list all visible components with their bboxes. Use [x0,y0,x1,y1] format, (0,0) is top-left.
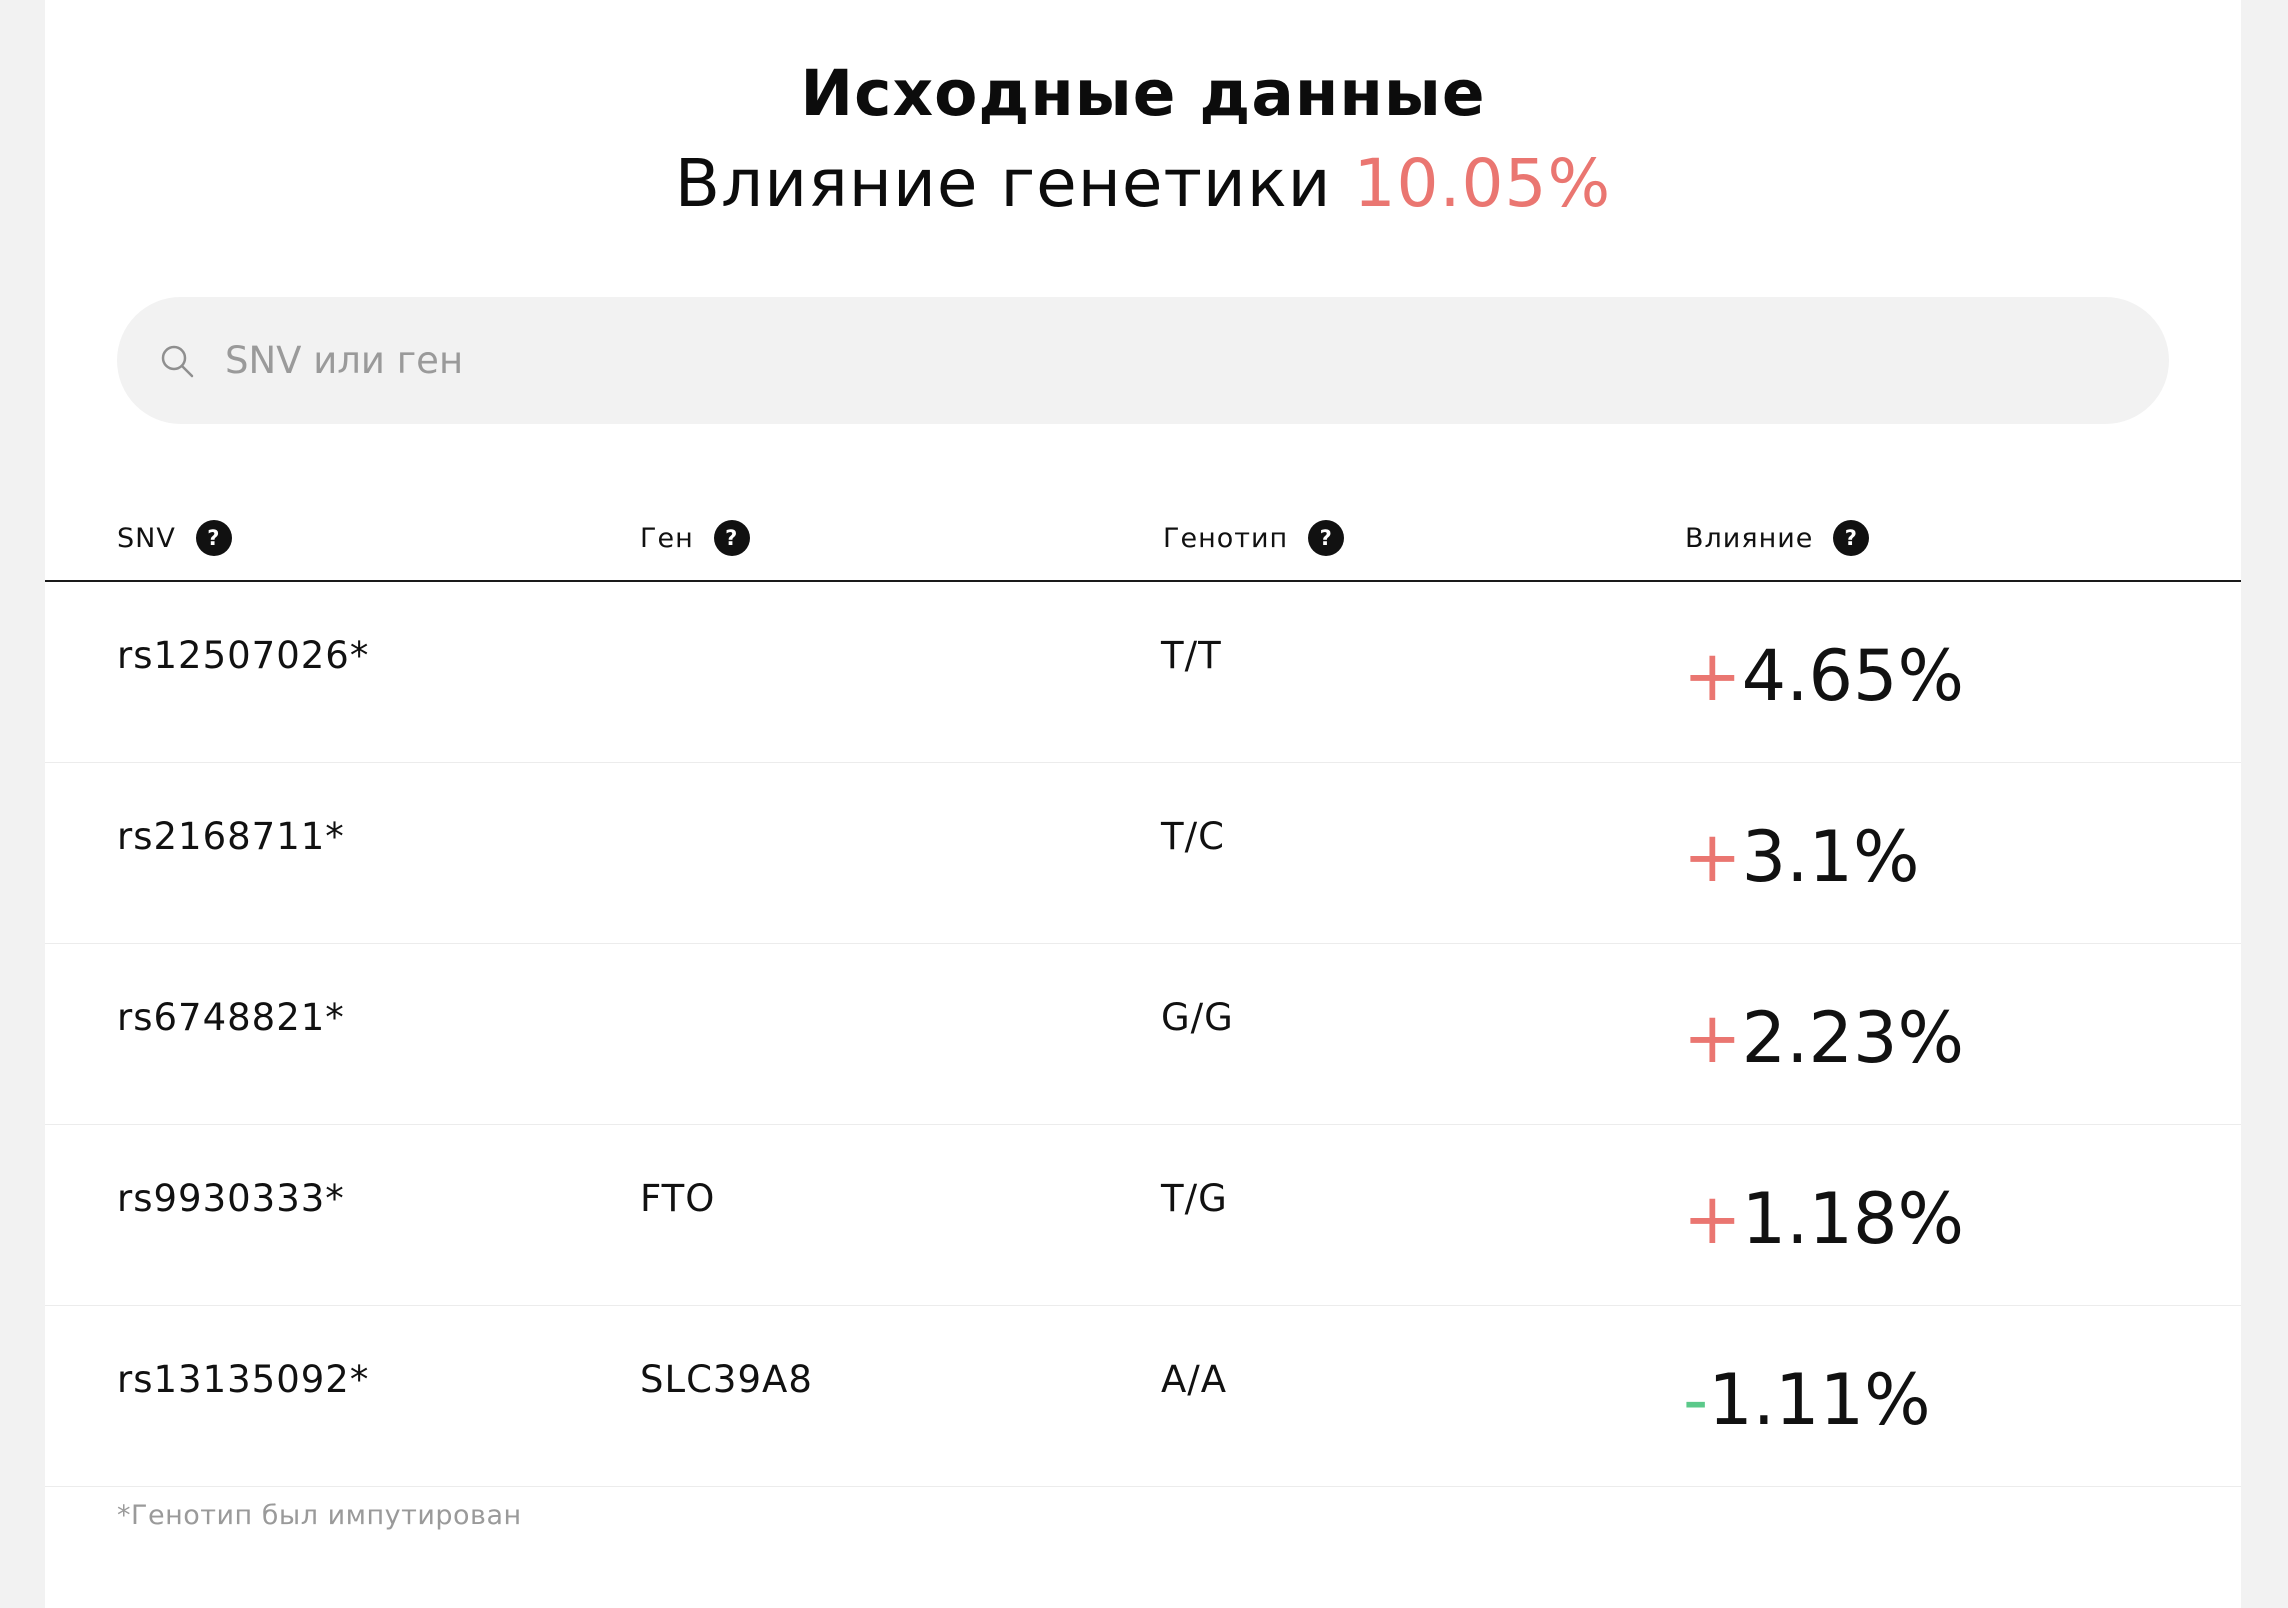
impact-value: 3.1% [1741,816,1920,898]
table-row: rs9930333* FTO T/G +1.18% [45,1125,2241,1306]
genetics-influence-value: 10.05% [1353,145,1612,222]
snv-cell: rs2168711* [117,815,345,858]
genotype-cell: A/A [1161,1358,1228,1401]
table-row: rs6748821* G/G +2.23% [45,944,2241,1125]
help-icon[interactable]: ? [1833,520,1870,556]
help-icon[interactable]: ? [1308,520,1345,556]
page-title: Исходные данные [800,57,1486,130]
impact-value: 4.65% [1741,635,1965,717]
snv-cell: rs9930333* [117,1177,345,1220]
impact-sign: + [1683,635,1742,717]
imputation-footnote: *Генотип был импутирован [117,1500,522,1531]
genotype-cell: T/G [1161,1177,1228,1220]
search-input[interactable] [225,327,2105,393]
table-header: SNV ? Ген ? Генотип ? Влияние ? [45,500,2241,582]
snv-cell: rs6748821* [117,996,345,1039]
impact-sign: + [1683,816,1742,898]
help-icon[interactable]: ? [195,520,232,556]
search-bar[interactable] [117,297,2169,424]
impact-value: 1.18% [1741,1178,1965,1260]
genetics-influence-label: Влияние генетики [674,145,1332,222]
table-row: rs2168711* T/C +3.1% [45,763,2241,944]
column-header-label: Влияние [1685,522,1814,554]
impact-sign: + [1683,997,1742,1079]
column-header-impact: Влияние ? [1685,520,1870,556]
impact-cell: +1.18% [1683,1177,1964,1261]
genotype-cell: T/C [1161,815,1225,858]
genotype-cell: T/T [1161,634,1222,677]
column-header-genotype: Генотип ? [1163,520,1345,556]
genotype-cell: G/G [1161,996,1234,1039]
search-icon [161,345,194,378]
column-header-snv: SNV ? [117,520,232,556]
column-header-gene: Ген ? [640,520,750,556]
table-row: rs12507026* T/T +4.65% [45,582,2241,763]
gene-cell: SLC39A8 [640,1358,813,1401]
impact-cell: -1.11% [1683,1358,1931,1442]
genetics-influence-summary: Влияние генетики 10.05% [45,142,2241,226]
impact-sign: + [1683,1178,1742,1260]
column-header-label: Ген [640,522,694,554]
table-row: rs13135092* SLC39A8 A/A -1.11% [45,1306,2241,1487]
impact-cell: +2.23% [1683,996,1964,1080]
impact-value: 1.11% [1708,1359,1931,1441]
snv-cell: rs13135092* [117,1358,370,1401]
impact-value: 2.23% [1741,997,1965,1079]
column-header-label: SNV [117,522,176,554]
impact-sign: - [1683,1359,1709,1441]
impact-cell: +3.1% [1683,815,1920,899]
snv-cell: rs12507026* [117,634,370,677]
impact-cell: +4.65% [1683,634,1964,718]
help-icon[interactable]: ? [713,520,750,556]
results-card: Исходные данные Влияние генетики 10.05% … [45,0,2241,1608]
column-header-label: Генотип [1163,522,1289,554]
gene-cell: FTO [640,1177,716,1220]
